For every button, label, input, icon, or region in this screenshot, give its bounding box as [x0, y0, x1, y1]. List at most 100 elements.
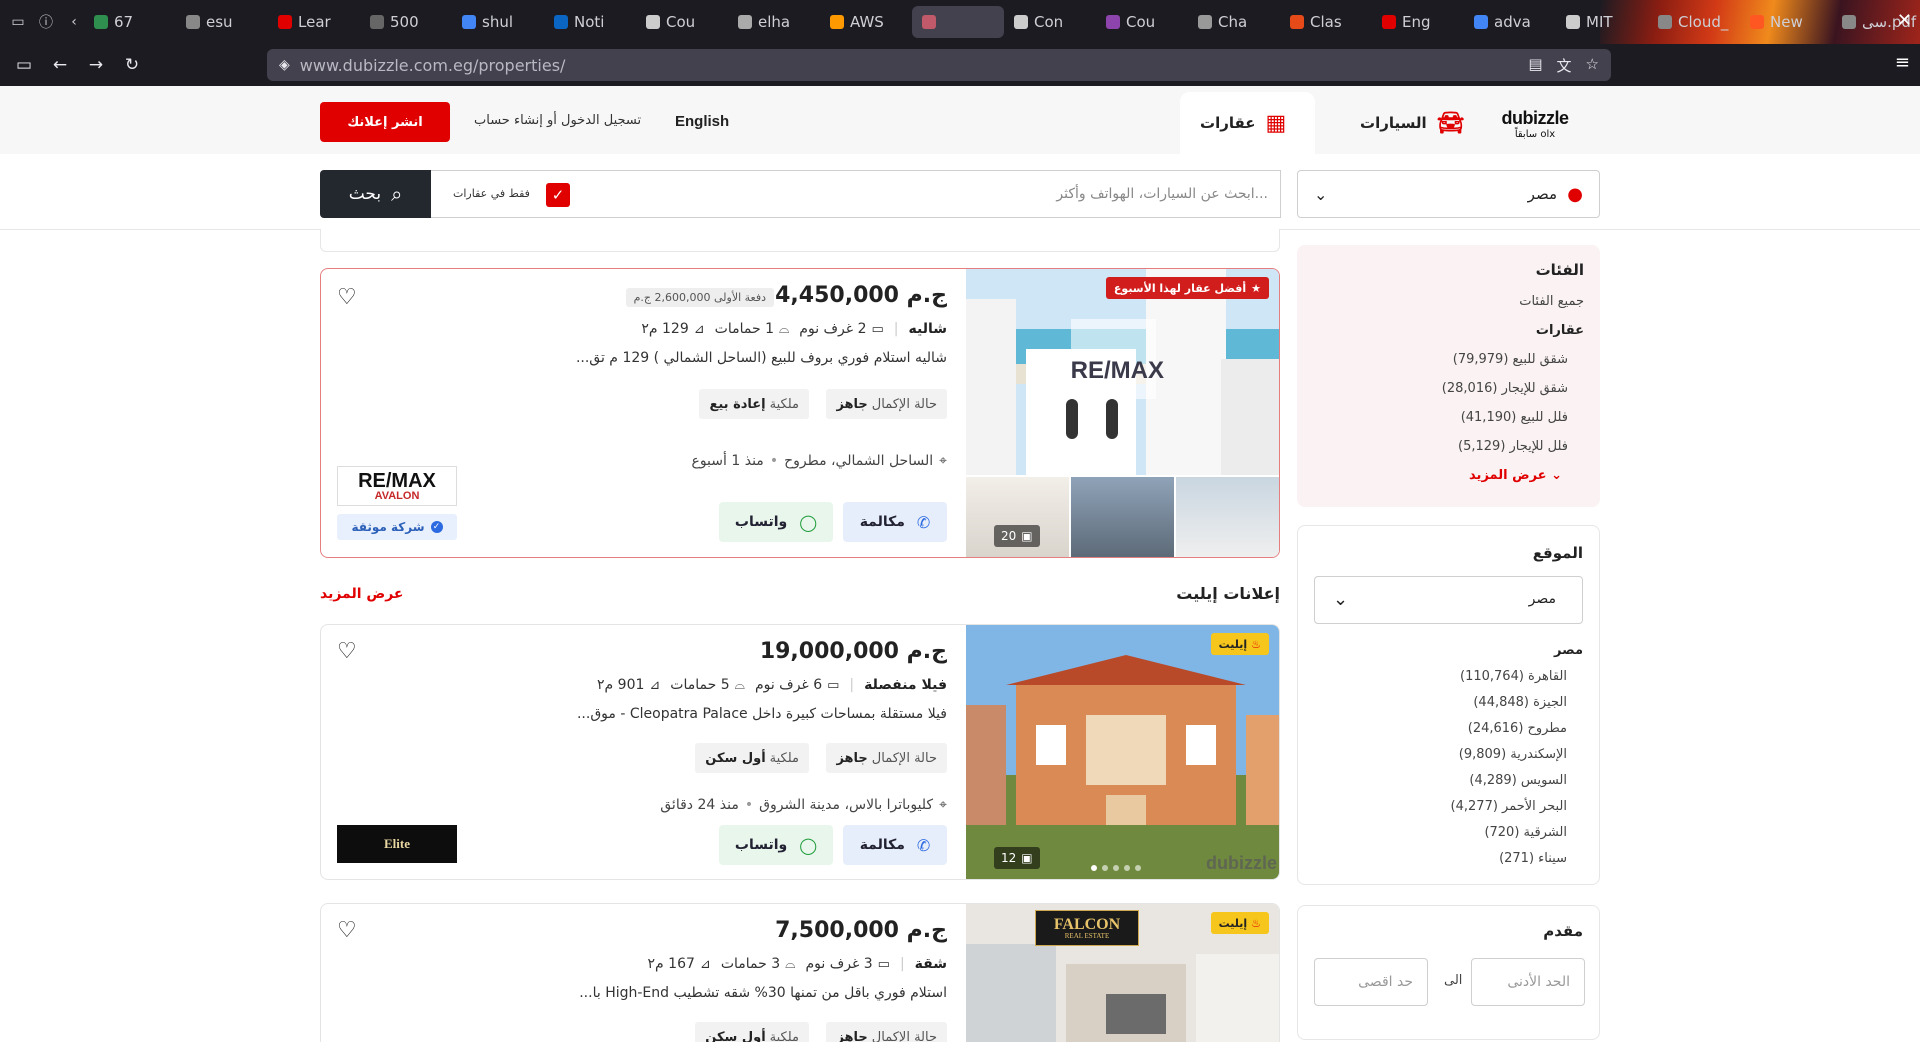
- browser-tab[interactable]: Noti: [544, 6, 636, 38]
- favorite-heart-icon[interactable]: ♡: [337, 285, 357, 310]
- whatsapp-button[interactable]: واتساب ◯: [719, 502, 833, 542]
- translate-icon[interactable]: 文: [1557, 55, 1572, 76]
- bath-icon: ⌓: [734, 677, 745, 693]
- browser-tab[interactable]: Lear: [268, 6, 360, 38]
- elite-listing-card[interactable]: FALCON REAL ESTATE إيليت ♨ 7,500,000 ج.م…: [320, 903, 1280, 1042]
- subcategory-item[interactable]: شقق للبيع (79,979): [1297, 345, 1600, 374]
- location-parent[interactable]: مصر: [1298, 638, 1599, 664]
- listing-title[interactable]: فيلا مستقلة بمساحات كبيرة داخل Cleopatra…: [347, 706, 947, 722]
- subcategory-item[interactable]: فلل للإيجار (5,129): [1297, 432, 1600, 461]
- location-item[interactable]: السويس (4,289): [1298, 768, 1599, 794]
- browser-tab[interactable]: Clas: [1280, 6, 1372, 38]
- subcategory-item[interactable]: فلل للبيع (41,190): [1297, 403, 1600, 432]
- login-link[interactable]: تسجيل الدخول أو إنشاء حساب: [474, 113, 641, 128]
- location-item[interactable]: القاهرة (110,764): [1298, 664, 1599, 690]
- language-switch[interactable]: English: [675, 113, 729, 130]
- agency-logo[interactable]: RE/MAX AVALON: [337, 466, 457, 506]
- tab-scroll-left-icon[interactable]: ‹: [64, 12, 84, 32]
- all-categories-link[interactable]: جميع الفئات: [1297, 287, 1600, 316]
- dot-separator: •: [769, 453, 779, 469]
- tab-cars[interactable]: السيارات 🚘︎: [1340, 92, 1465, 154]
- min-price-input[interactable]: الحد الأدنى: [1471, 958, 1585, 1006]
- back-icon[interactable]: ←: [42, 47, 78, 83]
- browser-tab[interactable]: Cou: [1096, 6, 1188, 38]
- browser-tab[interactable]: AWS: [820, 6, 912, 38]
- favorite-heart-icon[interactable]: ♡: [337, 639, 357, 664]
- agency-logo-name: RE/MAX: [358, 469, 436, 492]
- browser-tab[interactable]: MIT: [1556, 6, 1648, 38]
- reload-icon[interactable]: ↻: [114, 47, 150, 83]
- tab-label: Cou: [1126, 13, 1156, 31]
- subcategory-item[interactable]: شقق للإيجار (28,016): [1297, 374, 1600, 403]
- show-more-categories[interactable]: عرض المزيد ⌄: [1297, 461, 1600, 490]
- browser-tab[interactable]: Cloud_: [1648, 6, 1740, 38]
- info-icon[interactable]: ⓘ: [36, 12, 56, 32]
- agency-logo-name: FALCON: [1053, 915, 1121, 933]
- location-item[interactable]: الإسكندرية (9,809): [1298, 742, 1599, 768]
- image-count: 12 ▣: [994, 847, 1040, 869]
- call-button[interactable]: مكالمة ✆: [843, 502, 947, 542]
- location-pin-icon: ●: [1567, 183, 1583, 205]
- search-button[interactable]: بحث ⌕: [320, 170, 431, 218]
- listing-main-image[interactable]: [966, 625, 1279, 880]
- thumbnail[interactable]: [1176, 477, 1279, 557]
- only-in-category-checkbox[interactable]: ✓: [546, 183, 570, 207]
- shield-icon: ◈: [279, 57, 290, 73]
- location-item[interactable]: مطروح (24,616): [1298, 716, 1599, 742]
- close-window-icon[interactable]: ✕: [1897, 10, 1912, 31]
- elite-listing-card[interactable]: dubizzle إيليت ♨ 12 ▣ 19,000,000 ج.م فيل…: [320, 624, 1280, 880]
- browser-tab[interactable]: shul: [452, 6, 544, 38]
- whatsapp-button[interactable]: واتساب ◯: [719, 825, 833, 865]
- url-text[interactable]: www.dubizzle.com.eg/properties/: [300, 56, 566, 75]
- max-price-input[interactable]: حد اقصى: [1314, 958, 1428, 1006]
- agency-logo[interactable]: Elite: [337, 825, 457, 863]
- location-item[interactable]: الجيزة (44,848): [1298, 690, 1599, 716]
- location-pin-icon: ⌖: [939, 797, 947, 813]
- tab-favicon-icon: [1658, 15, 1672, 29]
- reader-mode-icon[interactable]: ▤: [1528, 55, 1542, 76]
- search-input[interactable]: ابحث عن السيارات، الهواتف وأكثر... ✓ فقط…: [431, 170, 1281, 218]
- listing-title[interactable]: شاليه استلام فوري بروف للبيع (الساحل الش…: [347, 350, 947, 366]
- listing-location: ⌖ كليوباترا بالاس، مدينة الشروق • منذ 24…: [660, 797, 947, 813]
- tab-favicon-icon: [186, 15, 200, 29]
- address-bar[interactable]: ◈ www.dubizzle.com.eg/properties/ ▤ 文 ☆: [267, 49, 1611, 81]
- browser-tab[interactable]: Eng: [1372, 6, 1464, 38]
- thumbnail[interactable]: [1071, 477, 1174, 557]
- browser-tab[interactable]: 500: [360, 6, 452, 38]
- location-item[interactable]: الشرقية (720): [1298, 820, 1599, 846]
- tab-label: New: [1770, 13, 1803, 31]
- browser-tab[interactable]: [912, 6, 1004, 38]
- forward-icon[interactable]: →: [78, 47, 114, 83]
- browser-tab[interactable]: Cou: [636, 6, 728, 38]
- browser-tab[interactable]: esu: [176, 6, 268, 38]
- browser-tab[interactable]: adva: [1464, 6, 1556, 38]
- browser-tab[interactable]: elha: [728, 6, 820, 38]
- listing-specs: فيلا منفصلة | ▭ 6 غرف نوم ⌓ 5 حمامات ⊿ 901 …: [597, 677, 947, 693]
- location-item[interactable]: سيناء (271): [1298, 846, 1599, 872]
- location-select[interactable]: ⌄ مصر ●: [1297, 170, 1600, 218]
- dubizzle-logo[interactable]: dubizzle سابقاً olx: [1495, 108, 1575, 144]
- elite-show-more-link[interactable]: عرض المزيد: [320, 586, 403, 602]
- browser-tab[interactable]: 67: [84, 6, 176, 38]
- tab-cars-label: السيارات: [1360, 114, 1427, 132]
- tab-list-icon[interactable]: ▭: [8, 12, 28, 32]
- favorite-heart-icon[interactable]: ♡: [337, 918, 357, 943]
- sidebar-toggle-icon[interactable]: ▭: [6, 47, 42, 83]
- current-category[interactable]: عقارات: [1297, 316, 1600, 345]
- location-item[interactable]: البحر الأحمر (4,277): [1298, 794, 1599, 820]
- location-dropdown[interactable]: مصر ⌄: [1314, 576, 1583, 624]
- featured-listing-card[interactable]: RE/MAX أفضل عقار لهذا الأسبوع ★ 20 ▣ 4,4…: [320, 268, 1280, 558]
- browser-tab[interactable]: Cha: [1188, 6, 1280, 38]
- whatsapp-button-label: واتساب: [734, 514, 788, 530]
- browser-tab[interactable]: New: [1740, 6, 1832, 38]
- post-ad-button[interactable]: انشر إعلانك: [320, 102, 450, 142]
- ownership-tag-value: أول سكن: [705, 1029, 766, 1042]
- browser-tab[interactable]: Con: [1004, 6, 1096, 38]
- tab-properties[interactable]: عقارات ▦: [1180, 92, 1315, 154]
- bookmark-star-icon[interactable]: ☆: [1586, 55, 1599, 76]
- verified-company-badge: شركة موثقة ✓: [337, 514, 457, 540]
- image-carousel-dots[interactable]: [1091, 865, 1141, 871]
- listing-title[interactable]: استلام فوري باقل من تمنها 30% شقه تشطيب …: [347, 985, 947, 1001]
- call-button[interactable]: مكالمة ✆: [843, 825, 947, 865]
- app-menu-icon[interactable]: ≡: [1895, 52, 1910, 73]
